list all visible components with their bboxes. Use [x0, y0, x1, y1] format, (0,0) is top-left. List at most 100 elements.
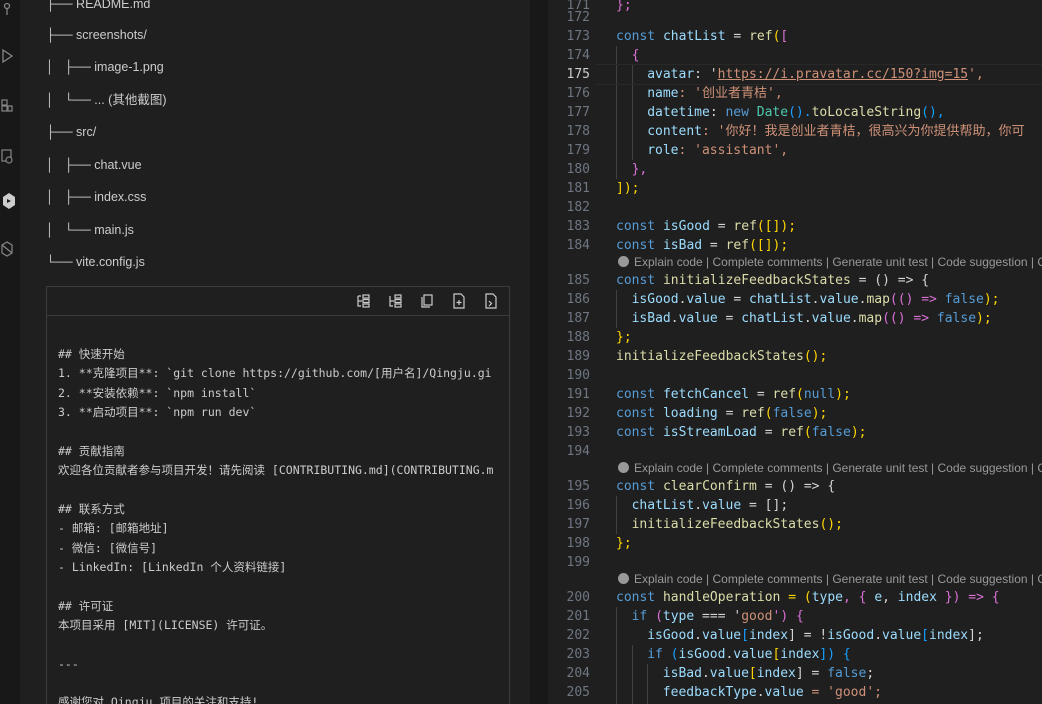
- code-token: const: [616, 479, 663, 494]
- code-preview-line: - LinkedIn: [LinkedIn 个人资料链接]: [58, 559, 287, 574]
- code-token: new: [725, 105, 757, 120]
- line-number: 182: [566, 200, 590, 215]
- code-token: chatList: [749, 292, 812, 307]
- code-token: (: [655, 609, 663, 624]
- code-token: ,: [882, 590, 898, 605]
- code-line[interactable]: initializeFeedbackStates();: [632, 515, 843, 534]
- code-line[interactable]: const clearConfirm = () => {: [616, 477, 835, 496]
- code-token: isGood: [678, 647, 726, 662]
- code-lens-actions[interactable]: Explain code | Complete comments | Gener…: [618, 571, 1042, 587]
- line-number: 175: [566, 67, 590, 82]
- line-number: 199: [566, 555, 590, 570]
- code-line[interactable]: initializeFeedbackStates();: [616, 347, 827, 366]
- code-line[interactable]: };: [616, 534, 632, 553]
- code-token: ',: [968, 67, 984, 82]
- line-number: 201: [566, 609, 590, 624]
- code-line[interactable]: },: [632, 160, 648, 179]
- diff-file-icon[interactable]: [483, 293, 499, 309]
- code-line[interactable]: const isBad = ref([]);: [616, 236, 788, 255]
- code-preview-line: ## 许可证: [58, 598, 114, 613]
- code-token: good: [835, 685, 867, 700]
- code-line[interactable]: };: [616, 328, 632, 347]
- code-line[interactable]: isBad.value = chatList.value.map(() => f…: [632, 309, 992, 328]
- code-lens-text[interactable]: Explain code | Complete comments | Gener…: [634, 461, 1042, 475]
- code-token: ();: [803, 349, 828, 364]
- line-number: 176: [566, 86, 590, 101]
- code-lens-actions[interactable]: Explain code | Complete comments | Gener…: [618, 460, 1042, 476]
- line-number: 204: [566, 666, 590, 681]
- code-line[interactable]: const isStreamLoad = ref(false);: [616, 423, 866, 442]
- code-token: isGood: [647, 628, 695, 643]
- code-token: === ': [694, 609, 742, 624]
- code-line[interactable]: if (isGood.value[index]) {: [647, 645, 851, 664]
- code-token: isGood: [631, 292, 679, 307]
- code-line[interactable]: role: 'assistant',: [647, 141, 788, 160]
- file-tree-line: ├── src/: [46, 125, 97, 139]
- code-line[interactable]: feedbackType.value = 'good';: [663, 683, 882, 702]
- code-line[interactable]: ]);: [616, 179, 639, 198]
- run-debug-icon[interactable]: [0, 47, 14, 65]
- code-lens-text[interactable]: Explain code | Complete comments | Gener…: [634, 572, 1042, 586]
- code-token: const: [616, 387, 663, 402]
- code-line[interactable]: isGood.value[index] = !isGood.value[inde…: [647, 626, 984, 645]
- line-number: 202: [566, 628, 590, 643]
- codegeex-icon[interactable]: [0, 192, 16, 210]
- line-number: 198: [566, 536, 590, 551]
- line-number: 194: [566, 444, 590, 459]
- code-line[interactable]: datetime: new Date().toLocaleString(),: [647, 103, 944, 122]
- line-number: 181: [566, 181, 590, 196]
- code-preview-line: 1. **克隆项目**: `git clone https://github.c…: [58, 366, 492, 381]
- code-preview-line: 3. **启动项目**: `npm run dev`: [58, 405, 257, 420]
- code-token: null: [803, 387, 836, 402]
- code-line[interactable]: isGood.value = chatList.value.map(() => …: [632, 290, 1000, 309]
- new-file-icon[interactable]: [451, 293, 467, 309]
- line-number: 173: [566, 29, 590, 44]
- insert-at-cursor-icon[interactable]: [355, 293, 371, 309]
- insert-line-icon[interactable]: [387, 293, 403, 309]
- code-line[interactable]: name: '创业者青桔',: [647, 84, 782, 103]
- code-line[interactable]: const isGood = ref([]);: [616, 217, 796, 236]
- code-token: .: [850, 311, 859, 326]
- code-line[interactable]: content: '你好！我是创业者青桔，很高兴为你提供帮助，你可: [647, 122, 1024, 141]
- code-line[interactable]: const chatList = ref([: [616, 27, 788, 46]
- code-token: name: [647, 86, 679, 101]
- code-preview-line: 本项目采用 [MIT](LICENSE) 许可证。: [58, 617, 273, 632]
- code-token: index: [897, 590, 937, 605]
- panel-divider[interactable]: [530, 0, 548, 704]
- code-editor[interactable]: 171 172 173 174 175 176 177 178 179 180 181 182 183 1…: [548, 0, 1042, 704]
- code-lens-actions[interactable]: Explain code | Complete comments | Gener…: [618, 254, 1042, 270]
- source-control-icon[interactable]: [0, 0, 14, 18]
- code-line[interactable]: const fetchCancel = ref(null);: [616, 385, 851, 404]
- copilot-icon[interactable]: [0, 240, 14, 258]
- code-preview-line: ## 联系方式: [58, 501, 125, 516]
- remote-icon[interactable]: [0, 148, 14, 166]
- code-token: (),: [921, 105, 945, 120]
- line-number: 179: [566, 143, 590, 158]
- code-token: = () => {: [850, 273, 930, 288]
- indent-guide: [616, 496, 617, 534]
- code-token: =: [756, 425, 781, 440]
- code-line[interactable]: {: [632, 46, 640, 65]
- extensions-icon[interactable]: [0, 96, 14, 114]
- code-line[interactable]: };: [616, 0, 632, 15]
- code-token: map: [866, 292, 890, 307]
- code-token: const: [616, 219, 663, 234]
- code-line[interactable]: const loading = ref(false);: [616, 404, 827, 423]
- code-token: feedbackType: [662, 685, 757, 700]
- code-line[interactable]: const initializeFeedbackStates = () => {: [616, 271, 929, 290]
- code-lens-text[interactable]: Explain code | Complete comments | Gener…: [634, 255, 1042, 269]
- code-token: type: [662, 609, 695, 624]
- code-token: .: [874, 628, 883, 643]
- code-line-active[interactable]: avatar: 'https://i.pravatar.cc/150?img=1…: [647, 65, 984, 84]
- code-token: const: [616, 238, 663, 253]
- code-token: https://i.pravatar.cc/150?img=15: [717, 67, 969, 82]
- code-token: .: [803, 311, 812, 326]
- copy-icon[interactable]: [419, 293, 435, 309]
- code-line[interactable]: if (type === 'good') {: [632, 607, 804, 626]
- code-token: isBad: [662, 666, 702, 681]
- line-number: 183: [566, 219, 590, 234]
- code-line[interactable]: chatList.value = [];: [632, 496, 789, 515]
- code-token: ([]);: [749, 238, 789, 253]
- code-line[interactable]: isBad.value[index] = false;: [663, 664, 874, 683]
- code-line[interactable]: const handleOperation = (type, { e, inde…: [616, 588, 1000, 607]
